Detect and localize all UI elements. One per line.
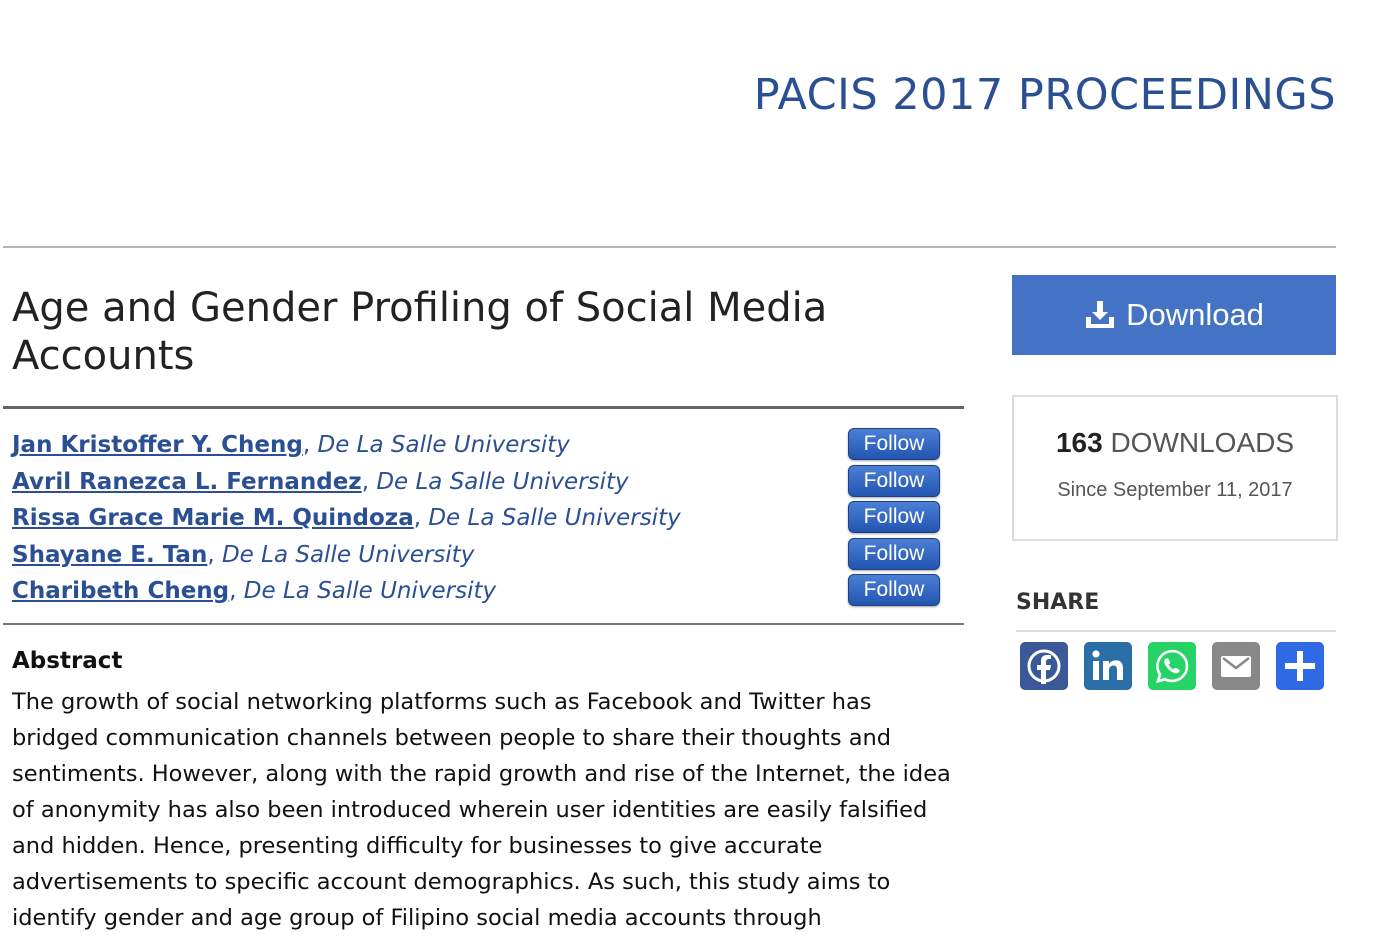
author-separator: ,: [414, 505, 429, 531]
author-link[interactable]: Rissa Grace Marie M. Quindoza: [12, 505, 414, 531]
author-affiliation: De La Salle University: [428, 505, 680, 531]
header-divider: [3, 246, 1336, 248]
download-button[interactable]: Download: [1012, 275, 1336, 355]
downloads-count: 163: [1056, 427, 1103, 458]
facebook-icon[interactable]: [1020, 642, 1068, 690]
follow-button[interactable]: Follow: [848, 428, 940, 460]
author-affiliation: De La Salle University: [244, 578, 496, 604]
download-icon: [1084, 300, 1116, 330]
author-row: Charibeth Cheng, De La Salle University …: [12, 574, 942, 611]
downloads-label: DOWNLOADS: [1103, 427, 1294, 458]
downloads-counter: 163 DOWNLOADS Since September 11, 2017: [1012, 395, 1338, 541]
linkedin-icon[interactable]: [1084, 642, 1132, 690]
author-list: Jan Kristoffer Y. Cheng, De La Salle Uni…: [12, 428, 942, 611]
author-separator: ,: [303, 432, 318, 458]
authors-divider: [3, 623, 964, 625]
author-separator: ,: [229, 578, 244, 604]
abstract-heading: Abstract: [12, 648, 122, 674]
author-separator: ,: [362, 469, 377, 495]
download-label: Download: [1126, 297, 1264, 333]
author-row: Jan Kristoffer Y. Cheng, De La Salle Uni…: [12, 428, 942, 465]
share-heading: SHARE: [1016, 590, 1099, 615]
follow-button[interactable]: Follow: [848, 465, 940, 497]
title-divider: [3, 406, 964, 409]
share-plus-icon[interactable]: [1276, 642, 1324, 690]
downloads-line: 163 DOWNLOADS: [1014, 427, 1336, 459]
abstract-text: The growth of social networking platform…: [12, 684, 962, 936]
email-icon[interactable]: [1212, 642, 1260, 690]
share-bar: [1020, 642, 1340, 690]
author-affiliation: De La Salle University: [317, 432, 569, 458]
conference-title[interactable]: PACIS 2017 PROCEEDINGS: [754, 70, 1336, 120]
author-link[interactable]: Charibeth Cheng: [12, 578, 229, 604]
paper-title: Age and Gender Profiling of Social Media…: [12, 284, 952, 380]
author-link[interactable]: Avril Ranezca L. Fernandez: [12, 469, 362, 495]
author-affiliation: De La Salle University: [222, 542, 474, 568]
author-separator: ,: [207, 542, 222, 568]
author-affiliation: De La Salle University: [376, 469, 628, 495]
author-row: Rissa Grace Marie M. Quindoza, De La Sal…: [12, 501, 942, 538]
follow-button[interactable]: Follow: [848, 501, 940, 533]
whatsapp-icon[interactable]: [1148, 642, 1196, 690]
follow-button[interactable]: Follow: [848, 538, 940, 570]
author-link[interactable]: Jan Kristoffer Y. Cheng: [12, 432, 303, 458]
author-row: Avril Ranezca L. Fernandez, De La Salle …: [12, 465, 942, 502]
author-link[interactable]: Shayane E. Tan: [12, 542, 207, 568]
author-row: Shayane E. Tan, De La Salle University F…: [12, 538, 942, 575]
follow-button[interactable]: Follow: [848, 574, 940, 606]
share-divider: [1016, 630, 1336, 632]
downloads-since: Since September 11, 2017: [1014, 479, 1336, 502]
